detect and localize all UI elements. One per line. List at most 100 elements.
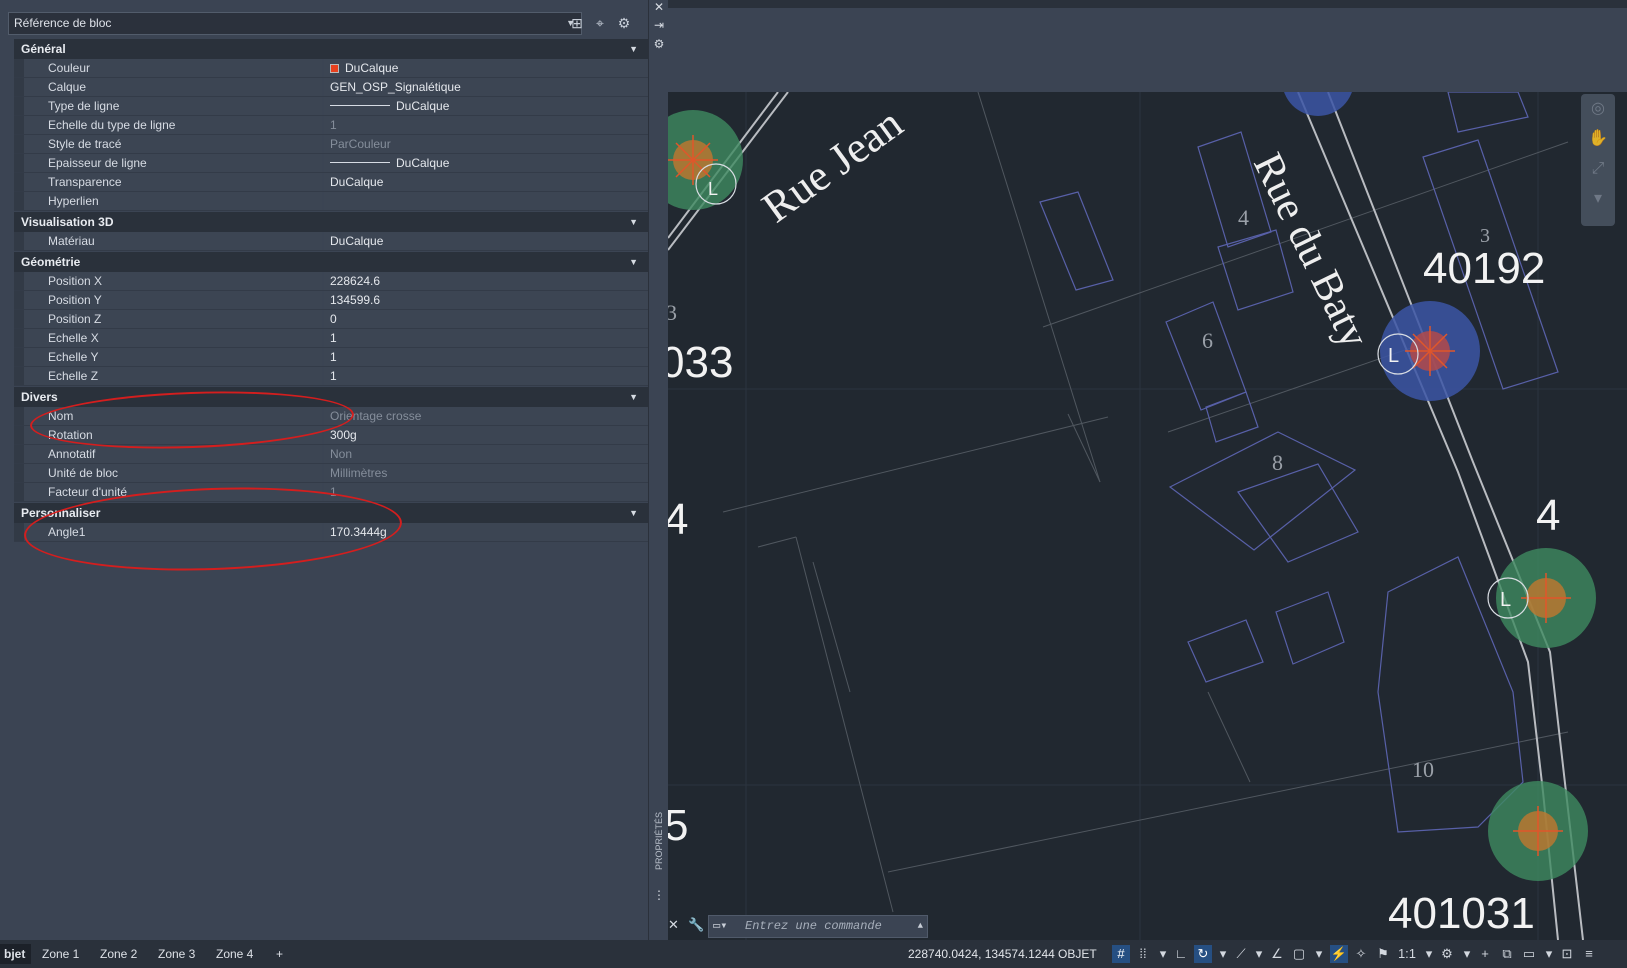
command-input[interactable]: ▭▾ Entrez une commande ▲ — [708, 915, 928, 938]
marker-blue-top[interactable] — [1282, 92, 1354, 116]
snap-icon[interactable]: ⁞⁞ — [1134, 945, 1152, 963]
property-row[interactable]: Position Z 0 — [14, 310, 648, 329]
add-icon[interactable]: + — [1476, 945, 1494, 963]
zoom-extents-icon[interactable]: ⤢ — [1581, 154, 1615, 184]
chevron-down-icon[interactable]: ▾ — [1154, 945, 1172, 963]
chevron-down-icon[interactable]: ▾ — [1420, 945, 1438, 963]
map-drawing[interactable]: Rue Jean Rue du Baty 3 4 6 8 10 3 L L L … — [668, 92, 1627, 940]
property-value[interactable]: DuCalque — [324, 97, 648, 115]
customize-icon[interactable]: ≡ — [1580, 945, 1598, 963]
chevron-down-icon[interactable]: ▾ — [1310, 945, 1328, 963]
property-row[interactable]: Facteur d'unité 1 — [14, 483, 648, 502]
chevron-down-icon[interactable]: ▼ — [629, 39, 638, 59]
category-header[interactable]: Général ▼ — [14, 39, 648, 59]
chevron-down-icon[interactable]: ▾ — [1540, 945, 1558, 963]
object-type-selector[interactable]: Référence de bloc ▼ — [8, 12, 582, 35]
close-icon[interactable]: ✕ — [668, 917, 684, 933]
property-value[interactable]: DuCalque — [324, 154, 648, 172]
property-value[interactable]: DuCalque — [324, 59, 648, 77]
marker-green-3[interactable] — [1488, 781, 1588, 881]
object-snap-tracking-icon[interactable]: ∠ — [1268, 945, 1286, 963]
marker-green-1[interactable] — [668, 110, 743, 210]
clean-screen-icon[interactable]: ⊡ — [1558, 945, 1576, 963]
property-row[interactable]: Hyperlien — [14, 192, 648, 211]
property-row[interactable]: Couleur DuCalque — [14, 59, 648, 78]
tab-model[interactable]: bjet — [0, 944, 32, 964]
property-value[interactable]: 1 — [324, 348, 648, 366]
property-value[interactable]: 300g — [324, 426, 648, 444]
grid-icon[interactable]: # — [1112, 945, 1130, 963]
chevron-down-icon[interactable]: ▼ — [629, 252, 638, 272]
scale-selector[interactable]: 1:1 — [1394, 945, 1420, 963]
pan-hand-icon[interactable]: ✋ — [1581, 124, 1615, 154]
annotation-visibility-icon[interactable]: ⚡ — [1330, 945, 1348, 963]
property-row[interactable]: Annotatif Non — [14, 445, 648, 464]
toggle-pickadd-icon[interactable]: ⊞ — [567, 13, 587, 33]
category-header[interactable]: Géométrie ▼ — [14, 252, 648, 272]
polar-tracking-icon[interactable]: ↻ — [1194, 945, 1212, 963]
auto-scale-icon[interactable]: ✧ — [1352, 945, 1370, 963]
tab-zone-3[interactable]: Zone 3 — [152, 944, 201, 964]
property-row[interactable]: Matériau DuCalque — [14, 232, 648, 251]
property-value[interactable]: GEN_OSP_Signalétique — [324, 78, 648, 96]
category-header[interactable]: Visualisation 3D ▼ — [14, 212, 648, 232]
property-value[interactable]: 134599.6 — [324, 291, 648, 309]
chevron-down-icon[interactable]: ▼ — [629, 387, 638, 407]
property-value[interactable]: 0 — [324, 310, 648, 328]
quick-select-icon[interactable]: ⚙ — [614, 13, 634, 33]
property-row[interactable]: Transparence DuCalque — [14, 173, 648, 192]
ortho-icon[interactable]: ∟ — [1172, 945, 1190, 963]
property-value[interactable]: DuCalque — [324, 232, 648, 250]
chevron-down-icon[interactable]: ▼ — [629, 503, 638, 523]
property-row[interactable]: Echelle Y 1 — [14, 348, 648, 367]
property-value[interactable] — [324, 192, 648, 210]
gear-icon[interactable]: ⚙ — [1438, 945, 1456, 963]
property-row[interactable]: Calque GEN_OSP_Signalétique — [14, 78, 648, 97]
tab-zone-4[interactable]: Zone 4 — [210, 944, 259, 964]
chevron-down-icon[interactable]: ▾ — [1214, 945, 1232, 963]
property-value[interactable]: 1 — [324, 367, 648, 385]
chevron-up-icon[interactable]: ▲ — [918, 916, 923, 937]
hardware-acceleration-icon[interactable]: ▭ — [1520, 945, 1538, 963]
tab-zone-1[interactable]: Zone 1 — [36, 944, 85, 964]
property-value[interactable]: ParCouleur — [324, 135, 648, 153]
isolate-objects-icon[interactable]: ⧉ — [1498, 945, 1516, 963]
property-row[interactable]: Angle1 170.3444g — [14, 523, 648, 542]
select-objects-icon[interactable]: ⌖ — [590, 13, 610, 33]
close-icon[interactable]: ✕ — [652, 0, 666, 14]
property-row[interactable]: Unité de bloc Millimètres — [14, 464, 648, 483]
category-header[interactable]: Divers ▼ — [14, 387, 648, 407]
model-space-toggle[interactable]: OBJET — [1058, 940, 1097, 968]
property-row[interactable]: Nom Orientage crosse — [14, 407, 648, 426]
property-row[interactable]: Position Y 134599.6 — [14, 291, 648, 310]
property-value[interactable]: 228624.6 — [324, 272, 648, 290]
property-row[interactable]: Echelle Z 1 — [14, 367, 648, 386]
chevron-down-icon[interactable]: ▾ — [1250, 945, 1268, 963]
chevron-down-icon[interactable]: ▾ — [1581, 184, 1615, 214]
tab-zone-2[interactable]: Zone 2 — [94, 944, 143, 964]
property-value[interactable]: Orientage crosse — [324, 407, 648, 425]
auto-hide-icon[interactable]: ⇥ — [652, 18, 666, 32]
property-row[interactable]: Echelle X 1 — [14, 329, 648, 348]
property-row[interactable]: Epaisseur de ligne DuCalque — [14, 154, 648, 173]
property-row[interactable]: Type de ligne DuCalque — [14, 97, 648, 116]
property-row[interactable]: Rotation 300g — [14, 426, 648, 445]
property-value[interactable]: 170.3444g — [324, 523, 648, 541]
property-row[interactable]: Style de tracé ParCouleur — [14, 135, 648, 154]
property-value[interactable]: Non — [324, 445, 648, 463]
chevron-down-icon[interactable]: ▾ — [1458, 945, 1476, 963]
properties-menu-icon[interactable]: ⚙ — [652, 37, 666, 51]
add-layout-button[interactable]: + — [270, 944, 289, 964]
property-row[interactable]: Position X 228624.6 — [14, 272, 648, 291]
property-value[interactable]: 1 — [324, 116, 648, 134]
chevron-down-icon[interactable]: ▼ — [629, 212, 638, 232]
drawing-canvas[interactable]: Rue Jean Rue du Baty 3 4 6 8 10 3 L L L … — [668, 0, 1627, 940]
property-value[interactable]: DuCalque — [324, 173, 648, 191]
property-value[interactable]: Millimètres — [324, 464, 648, 482]
wrench-icon[interactable]: 🔧 — [688, 917, 704, 933]
navigation-bar[interactable]: ◎ ✋ ⤢ ▾ — [1581, 94, 1615, 226]
property-value[interactable]: 1 — [324, 329, 648, 347]
annotation-scale-icon[interactable]: ⚑ — [1374, 945, 1392, 963]
category-header[interactable]: Personnaliser ▼ — [14, 503, 648, 523]
property-value[interactable]: 1 — [324, 483, 648, 501]
